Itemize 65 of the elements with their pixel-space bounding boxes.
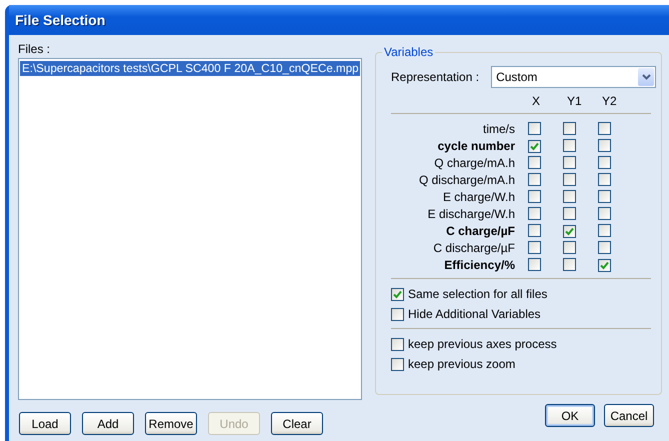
variable-label: E charge/W.h <box>442 189 516 206</box>
variable-label: Q discharge/mA.h <box>418 172 516 189</box>
checkbox[interactable] <box>598 172 611 186</box>
cancel-button[interactable]: Cancel <box>604 404 654 427</box>
check-icon <box>600 260 609 270</box>
checkbox[interactable] <box>528 122 541 134</box>
check-icon <box>530 142 539 150</box>
checkbox[interactable] <box>391 358 404 370</box>
checkbox[interactable] <box>598 138 611 152</box>
option-label[interactable]: keep previous axes process <box>408 337 557 351</box>
option-label[interactable]: Same selection for all files <box>408 287 548 301</box>
add-button[interactable]: Add <box>82 412 134 435</box>
column-header: Y2 <box>601 94 618 108</box>
checkbox[interactable] <box>563 224 576 238</box>
checkbox[interactable] <box>563 258 576 270</box>
checkbox[interactable] <box>528 224 541 236</box>
group-title: Variables <box>382 45 436 59</box>
option-label[interactable]: Hide Additional Variables <box>408 307 541 321</box>
checkbox[interactable] <box>528 206 541 220</box>
checkbox[interactable] <box>528 156 541 168</box>
checkbox[interactable] <box>563 190 576 202</box>
variable-label: Efficiency/% <box>443 257 516 274</box>
checkbox[interactable] <box>598 240 611 254</box>
file-item[interactable]: E:\Supercapacitors tests\GCPL SC400 F 20A_C10_cnQECe.mpp <box>20 61 360 76</box>
check-icon <box>393 290 402 298</box>
dropdown-value: Custom <box>496 70 538 84</box>
checkbox[interactable] <box>598 156 611 168</box>
window-title: File Selection <box>15 12 106 28</box>
clear-button[interactable]: Clear <box>271 412 323 435</box>
checkbox[interactable] <box>528 240 541 254</box>
option-label[interactable]: keep previous zoom <box>408 357 516 371</box>
checkbox[interactable] <box>391 288 404 300</box>
checkbox[interactable] <box>598 258 611 272</box>
checkbox[interactable] <box>598 224 611 236</box>
remove-button[interactable]: Remove <box>145 412 197 435</box>
checkbox[interactable] <box>528 172 541 186</box>
checkbox[interactable] <box>391 338 404 350</box>
checkbox[interactable] <box>563 240 576 254</box>
files-label: Files : <box>18 42 52 56</box>
checkbox[interactable] <box>563 138 576 152</box>
column-header: Y1 <box>566 94 583 108</box>
load-button[interactable]: Load <box>19 412 71 435</box>
checkbox[interactable] <box>563 172 576 186</box>
checkbox[interactable] <box>598 206 611 220</box>
variable-label: cycle number <box>436 138 516 155</box>
checkbox[interactable] <box>528 190 541 202</box>
ok-button[interactable]: OK <box>545 404 595 427</box>
variable-label: C discharge/µF <box>432 240 516 257</box>
representation-label: Representation : <box>391 70 480 84</box>
variable-label: Q charge/mA.h <box>433 155 516 172</box>
checkbox[interactable] <box>563 206 576 220</box>
checkbox[interactable] <box>563 156 576 168</box>
variable-label: C charge/µF <box>445 223 516 240</box>
variable-label: E discharge/W.h <box>426 206 516 223</box>
checkbox[interactable] <box>563 122 576 134</box>
checkbox[interactable] <box>528 258 541 270</box>
checkbox[interactable] <box>598 190 611 202</box>
checkbox[interactable] <box>598 122 611 134</box>
representation-dropdown[interactable]: Custom <box>491 66 656 88</box>
column-header: X <box>531 94 542 108</box>
check-icon <box>565 226 574 236</box>
checkbox[interactable] <box>391 308 404 320</box>
file-list[interactable]: E:\Supercapacitors tests\GCPL SC400 F 20A_C10_cnQECe.mpp <box>18 58 362 400</box>
variable-label: time/s <box>482 121 516 138</box>
checkbox[interactable] <box>528 140 541 152</box>
